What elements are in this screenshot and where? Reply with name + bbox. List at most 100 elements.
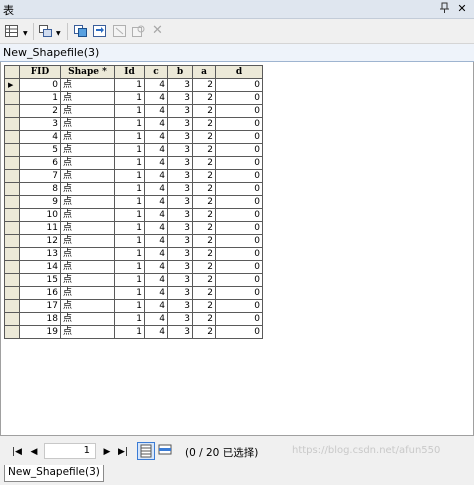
row-selector[interactable] bbox=[4, 195, 20, 209]
cell-id[interactable]: 1 bbox=[114, 273, 145, 287]
cell-d[interactable]: 0 bbox=[215, 91, 263, 105]
last-record-icon[interactable]: ▶| bbox=[116, 446, 130, 458]
cell-d[interactable]: 0 bbox=[215, 260, 263, 274]
cell-id[interactable]: 1 bbox=[114, 182, 145, 196]
cell-fid[interactable]: 8 bbox=[19, 182, 61, 196]
cell-c[interactable]: 4 bbox=[144, 312, 168, 326]
cell-d[interactable]: 0 bbox=[215, 325, 263, 339]
cell-fid[interactable]: 4 bbox=[19, 130, 61, 144]
cell-fid[interactable]: 13 bbox=[19, 247, 61, 261]
cell-b[interactable]: 3 bbox=[167, 169, 193, 183]
column-header-c[interactable]: c bbox=[144, 65, 168, 79]
table-row[interactable]: 13 点 1 4 3 2 0 bbox=[4, 247, 263, 261]
cell-fid[interactable]: 1 bbox=[19, 91, 61, 105]
cell-shape[interactable]: 点 bbox=[60, 169, 115, 183]
cell-c[interactable]: 4 bbox=[144, 78, 168, 92]
cell-c[interactable]: 4 bbox=[144, 208, 168, 222]
row-selector[interactable]: ▶ bbox=[4, 78, 20, 92]
cell-shape[interactable]: 点 bbox=[60, 117, 115, 131]
cell-id[interactable]: 1 bbox=[114, 234, 145, 248]
cell-a[interactable]: 2 bbox=[192, 195, 216, 209]
cell-shape[interactable]: 点 bbox=[60, 286, 115, 300]
cell-id[interactable]: 1 bbox=[114, 117, 145, 131]
current-record-input[interactable]: 1 bbox=[44, 443, 96, 459]
cell-a[interactable]: 2 bbox=[192, 91, 216, 105]
cell-fid[interactable]: 18 bbox=[19, 312, 61, 326]
cell-shape[interactable]: 点 bbox=[60, 195, 115, 209]
cell-a[interactable]: 2 bbox=[192, 273, 216, 287]
cell-shape[interactable]: 点 bbox=[60, 130, 115, 144]
cell-a[interactable]: 2 bbox=[192, 78, 216, 92]
cell-d[interactable]: 0 bbox=[215, 169, 263, 183]
cell-c[interactable]: 4 bbox=[144, 117, 168, 131]
row-selector[interactable] bbox=[4, 286, 20, 300]
cell-c[interactable]: 4 bbox=[144, 156, 168, 170]
switch-selection-button[interactable] bbox=[92, 24, 108, 39]
cell-fid[interactable]: 2 bbox=[19, 104, 61, 118]
cell-a[interactable]: 2 bbox=[192, 299, 216, 313]
row-selector[interactable] bbox=[4, 104, 20, 118]
table-row[interactable]: 6点14320 bbox=[4, 156, 263, 170]
cell-fid[interactable]: 0 bbox=[19, 78, 61, 92]
row-selector[interactable] bbox=[4, 260, 20, 274]
cell-b[interactable]: 3 bbox=[167, 234, 193, 248]
cell-c[interactable]: 4 bbox=[144, 169, 168, 183]
cell-shape[interactable]: 点 bbox=[60, 260, 115, 274]
cell-b[interactable]: 3 bbox=[167, 260, 193, 274]
cell-a[interactable]: 2 bbox=[192, 312, 216, 326]
cell-id[interactable]: 1 bbox=[114, 208, 145, 222]
cell-fid[interactable]: 12 bbox=[19, 234, 61, 248]
cell-id[interactable]: 1 bbox=[114, 247, 145, 261]
row-selector-header[interactable] bbox=[4, 65, 20, 79]
cell-d[interactable]: 0 bbox=[215, 156, 263, 170]
cell-a[interactable]: 2 bbox=[192, 130, 216, 144]
column-header-d[interactable]: d bbox=[215, 65, 263, 79]
cell-fid[interactable]: 17 bbox=[19, 299, 61, 313]
clear-selection-button[interactable] bbox=[112, 24, 128, 39]
row-selector[interactable] bbox=[4, 273, 20, 287]
row-selector[interactable] bbox=[4, 325, 20, 339]
cell-id[interactable]: 1 bbox=[114, 325, 145, 339]
cell-c[interactable]: 4 bbox=[144, 195, 168, 209]
table-row[interactable]: 4点14320 bbox=[4, 130, 263, 144]
cell-fid[interactable]: 15 bbox=[19, 273, 61, 287]
cell-id[interactable]: 1 bbox=[114, 104, 145, 118]
cell-fid[interactable]: 11 bbox=[19, 221, 61, 235]
cell-b[interactable]: 3 bbox=[167, 104, 193, 118]
table-row[interactable]: 1点14320 bbox=[4, 91, 263, 105]
cell-fid[interactable]: 14 bbox=[19, 260, 61, 274]
show-all-records-button[interactable] bbox=[137, 442, 155, 460]
cell-shape[interactable]: 点 bbox=[60, 182, 115, 196]
cell-d[interactable]: 0 bbox=[215, 143, 263, 157]
cell-b[interactable]: 3 bbox=[167, 91, 193, 105]
delete-selected-button[interactable]: ✕ bbox=[150, 23, 166, 39]
cell-shape[interactable]: 点 bbox=[60, 312, 115, 326]
cell-fid[interactable]: 3 bbox=[19, 117, 61, 131]
table-row[interactable]: 16 点 1 4 3 2 0 bbox=[4, 286, 263, 300]
row-selector[interactable] bbox=[4, 247, 20, 261]
cell-b[interactable]: 3 bbox=[167, 143, 193, 157]
row-selector[interactable] bbox=[4, 312, 20, 326]
cell-c[interactable]: 4 bbox=[144, 234, 168, 248]
column-header-a[interactable]: a bbox=[192, 65, 216, 79]
cell-b[interactable]: 3 bbox=[167, 221, 193, 235]
cell-fid[interactable]: 7 bbox=[19, 169, 61, 183]
cell-shape[interactable]: 点 bbox=[60, 325, 115, 339]
show-selected-records-button[interactable] bbox=[157, 442, 175, 460]
row-selector[interactable] bbox=[4, 169, 20, 183]
cell-a[interactable]: 2 bbox=[192, 104, 216, 118]
cell-a[interactable]: 2 bbox=[192, 182, 216, 196]
cell-a[interactable]: 2 bbox=[192, 286, 216, 300]
cell-id[interactable]: 1 bbox=[114, 195, 145, 209]
column-header-fid[interactable]: FID bbox=[19, 65, 61, 79]
cell-shape[interactable]: 点 bbox=[60, 208, 115, 222]
cell-c[interactable]: 4 bbox=[144, 260, 168, 274]
table-row[interactable]: 2点14320 bbox=[4, 104, 263, 118]
cell-a[interactable]: 2 bbox=[192, 208, 216, 222]
close-icon[interactable]: ✕ bbox=[455, 2, 469, 16]
cell-a[interactable]: 2 bbox=[192, 247, 216, 261]
row-selector[interactable] bbox=[4, 208, 20, 222]
cell-d[interactable]: 0 bbox=[215, 208, 263, 222]
next-record-icon[interactable]: ▶ bbox=[100, 446, 114, 458]
cell-shape[interactable]: 点 bbox=[60, 156, 115, 170]
